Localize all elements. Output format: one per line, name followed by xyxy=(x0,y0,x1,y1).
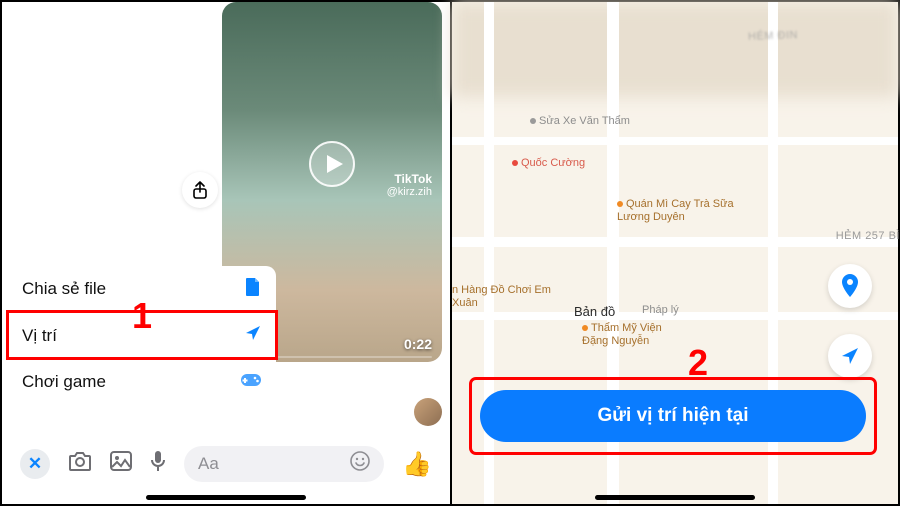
menu-item-label: Chơi game xyxy=(22,372,106,392)
street-label: HẺM 257 BÌ xyxy=(836,230,900,242)
send-location-label: Gửi vị trí hiện tại xyxy=(597,405,748,427)
send-location-highlight: Gửi vị trí hiện tại xyxy=(472,380,874,452)
tiktok-logo-text: TikTok xyxy=(387,172,432,186)
annotation-step-1: 1 xyxy=(132,295,152,337)
apple-maps-attribution: Bản đồ xyxy=(570,304,615,319)
poi-tham-my[interactable]: Thẩm Mỹ Viện Đặng Nguyễn xyxy=(582,322,672,347)
home-indicator[interactable] xyxy=(146,495,306,500)
game-controller-icon xyxy=(240,371,262,392)
menu-item-label: Chia sẻ file xyxy=(22,279,106,299)
tiktok-handle: @kirz.zih xyxy=(387,186,432,199)
emoji-icon[interactable] xyxy=(350,451,370,477)
location-pin-fab[interactable] xyxy=(828,264,872,308)
street-label: HÉM ĐIN xyxy=(748,29,798,43)
share-icon[interactable] xyxy=(182,172,218,208)
avatar[interactable] xyxy=(414,398,442,426)
close-attachment-icon[interactable]: ✕ xyxy=(20,449,50,479)
message-input[interactable]: Aa xyxy=(184,446,384,482)
map-road xyxy=(452,237,898,247)
poi-do-choi[interactable]: n Hàng Đồ Chơi Em Xuân xyxy=(452,284,562,309)
left-pane: TikTok @kirz.zih 0:22 Chia sẻ file Vị tr… xyxy=(2,2,450,504)
microphone-icon[interactable] xyxy=(150,450,166,478)
right-pane: HÉM ĐIN HẺM 257 BÌ Sửa Xe Văn Thẩm Quốc … xyxy=(452,2,898,504)
message-input-placeholder: Aa xyxy=(198,454,219,474)
map-road xyxy=(452,137,898,145)
gallery-icon[interactable] xyxy=(110,451,132,477)
menu-item-label: Vị trí xyxy=(22,326,57,346)
my-location-fab[interactable] xyxy=(828,334,872,378)
poi-quoc-cuong[interactable]: Quốc Cường xyxy=(512,157,585,170)
location-arrow-icon xyxy=(244,324,262,347)
poi-quan-mi[interactable]: Quán Mì Cay Trà Sữa Lương Duyên xyxy=(617,198,737,223)
home-indicator[interactable] xyxy=(595,495,755,500)
play-icon[interactable] xyxy=(309,141,355,187)
annotation-step-2: 2 xyxy=(688,342,708,384)
camera-icon[interactable] xyxy=(68,451,92,477)
poi-phap-ly[interactable]: Pháp lý xyxy=(642,304,679,317)
video-timestamp: 0:22 xyxy=(404,336,432,352)
message-composer: ✕ Aa 👍 xyxy=(2,438,450,490)
file-icon xyxy=(244,277,262,302)
thumbs-up-icon[interactable]: 👍 xyxy=(402,450,432,479)
poi-sua-xe[interactable]: Sửa Xe Văn Thẩm xyxy=(530,115,630,128)
send-current-location-button[interactable]: Gửi vị trí hiện tại xyxy=(480,390,866,442)
menu-item-play-game[interactable]: Chơi game xyxy=(8,358,276,404)
tiktok-watermark: TikTok @kirz.zih xyxy=(387,172,432,200)
map-top-blur xyxy=(452,2,898,97)
